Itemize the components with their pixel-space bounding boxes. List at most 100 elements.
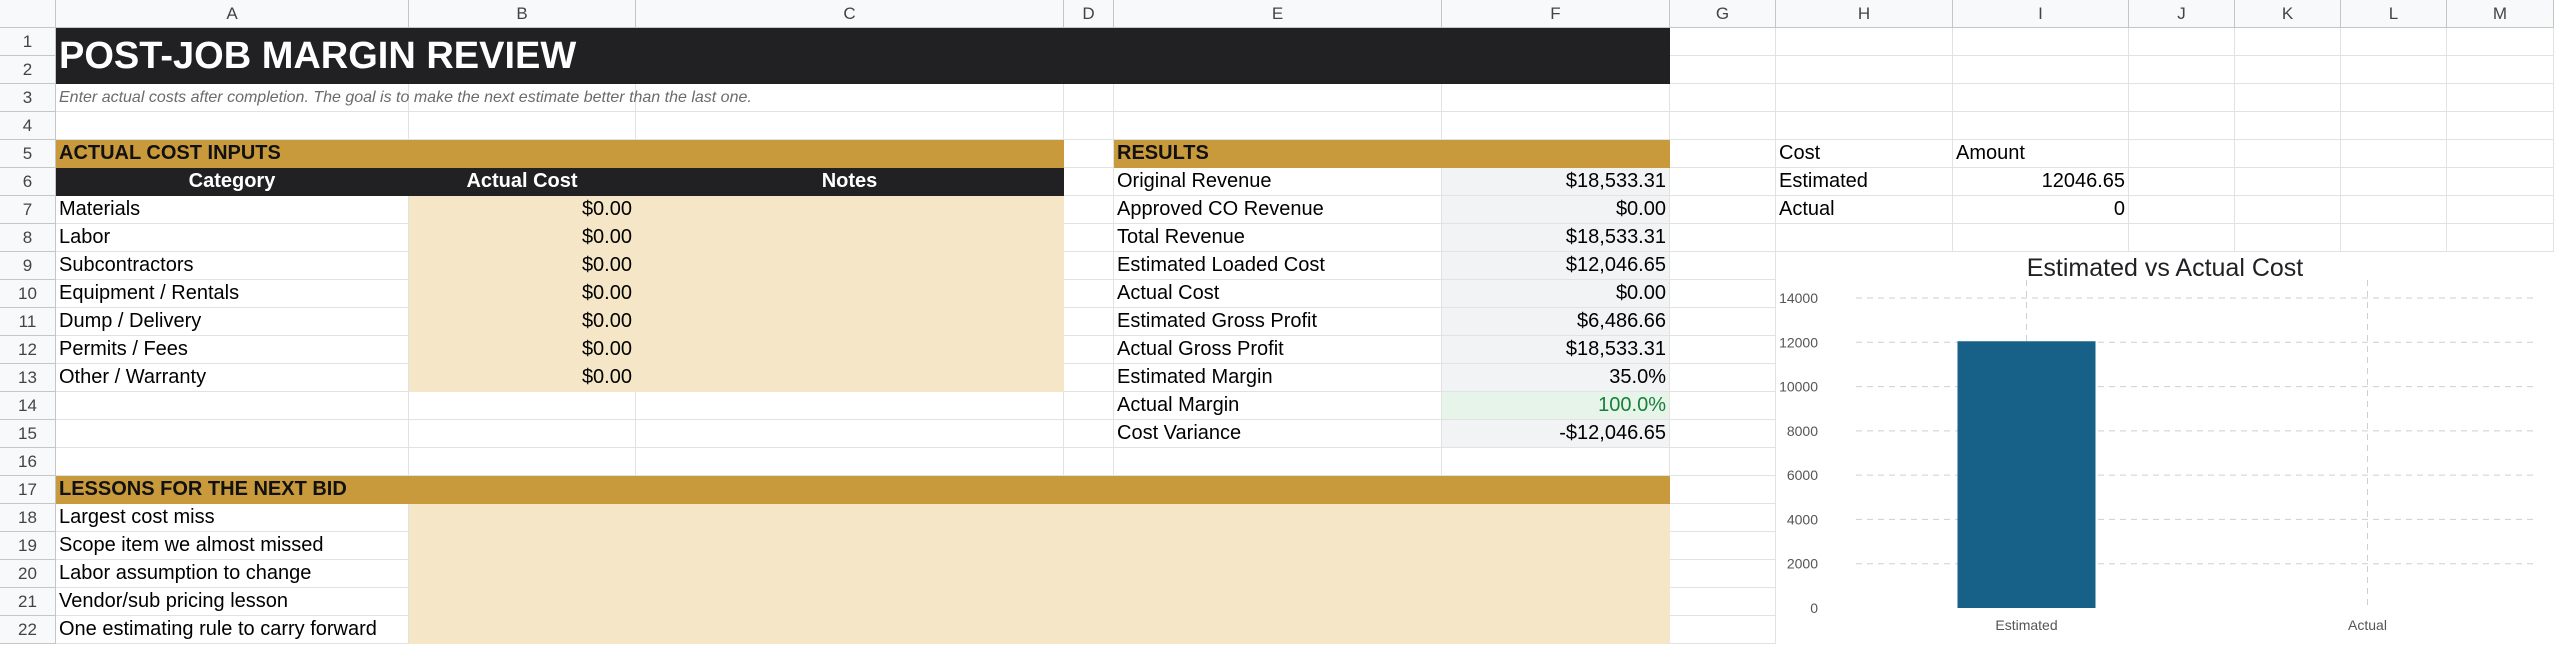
sheet-subtitle[interactable]: Enter actual costs after completion. The… [56, 84, 1670, 112]
cell-d11[interactable] [1064, 308, 1114, 336]
cell-b16[interactable] [409, 448, 636, 476]
cell-j3[interactable] [2129, 84, 2235, 112]
cell-l2[interactable] [2341, 56, 2447, 84]
cell-e16[interactable] [1114, 448, 1442, 476]
row-header-15[interactable]: 15 [0, 420, 56, 448]
column-header-k[interactable]: K [2235, 0, 2341, 28]
helper-cost-label[interactable]: Actual [1776, 196, 1953, 224]
cell-g2[interactable] [1670, 56, 1776, 84]
row-header-9[interactable]: 9 [0, 252, 56, 280]
row-header-13[interactable]: 13 [0, 364, 56, 392]
cell-l4[interactable] [2341, 112, 2447, 140]
notes-input[interactable] [636, 280, 1064, 308]
cell-l7[interactable] [2341, 196, 2447, 224]
cell-f16[interactable] [1442, 448, 1670, 476]
actual-cost-input[interactable]: $0.00 [409, 196, 636, 224]
cell-g13[interactable] [1670, 364, 1776, 392]
lesson-prompt-label[interactable]: Largest cost miss [56, 504, 409, 532]
lesson-prompt-label[interactable]: One estimating rule to carry forward [56, 616, 409, 644]
helper-header-cost[interactable]: Cost [1776, 140, 1953, 168]
cell-c14[interactable] [636, 392, 1064, 420]
cell-h2[interactable] [1776, 56, 1953, 84]
result-label[interactable]: Actual Gross Profit [1114, 336, 1442, 364]
row-header-14[interactable]: 14 [0, 392, 56, 420]
lesson-answer-input[interactable] [409, 588, 1670, 616]
cost-category-label[interactable]: Materials [56, 196, 409, 224]
cell-j5[interactable] [2129, 140, 2235, 168]
cell-m2[interactable] [2447, 56, 2554, 84]
cell-j1[interactable] [2129, 28, 2235, 56]
column-header-c[interactable]: C [636, 0, 1064, 28]
cell-g11[interactable] [1670, 308, 1776, 336]
cell-d5-spacer[interactable] [1064, 140, 1114, 168]
cell-d12[interactable] [1064, 336, 1114, 364]
cell-g1[interactable] [1670, 28, 1776, 56]
cell-l5[interactable] [2341, 140, 2447, 168]
cell-e4[interactable] [1114, 112, 1442, 140]
row-header-18[interactable]: 18 [0, 504, 56, 532]
column-header-g[interactable]: G [1670, 0, 1776, 28]
cell-g12[interactable] [1670, 336, 1776, 364]
cell-l1[interactable] [2341, 28, 2447, 56]
row-header-3[interactable]: 3 [0, 84, 56, 112]
row-header-16[interactable]: 16 [0, 448, 56, 476]
cell-m7[interactable] [2447, 196, 2554, 224]
row-header-1[interactable]: 1 [0, 28, 56, 56]
column-header-f[interactable]: F [1442, 0, 1670, 28]
notes-input[interactable] [636, 336, 1064, 364]
cell-g6[interactable] [1670, 168, 1776, 196]
cell-d14[interactable] [1064, 392, 1114, 420]
cell-j7[interactable] [2129, 196, 2235, 224]
notes-input[interactable] [636, 364, 1064, 392]
cell-i8[interactable] [1953, 224, 2129, 252]
cell-g8[interactable] [1670, 224, 1776, 252]
result-label[interactable]: Actual Margin [1114, 392, 1442, 420]
cell-i2[interactable] [1953, 56, 2129, 84]
cell-g9[interactable] [1670, 252, 1776, 280]
cell-b4[interactable] [409, 112, 636, 140]
cell-g22[interactable] [1670, 616, 1776, 644]
column-header-d[interactable]: D [1064, 0, 1114, 28]
result-value[interactable]: -$12,046.65 [1442, 420, 1670, 448]
notes-input[interactable] [636, 196, 1064, 224]
cell-d13[interactable] [1064, 364, 1114, 392]
notes-input[interactable] [636, 252, 1064, 280]
cell-g5[interactable] [1670, 140, 1776, 168]
lesson-answer-input[interactable] [409, 504, 1670, 532]
cell-k5[interactable] [2235, 140, 2341, 168]
cell-m6[interactable] [2447, 168, 2554, 196]
cell-k1[interactable] [2235, 28, 2341, 56]
cell-d8[interactable] [1064, 224, 1114, 252]
cell-b15[interactable] [409, 420, 636, 448]
cell-j2[interactable] [2129, 56, 2235, 84]
cell-g3[interactable] [1670, 84, 1776, 112]
actual-cost-input[interactable]: $0.00 [409, 224, 636, 252]
result-label[interactable]: Approved CO Revenue [1114, 196, 1442, 224]
result-value[interactable]: 100.0% [1442, 392, 1670, 420]
cell-f4[interactable] [1442, 112, 1670, 140]
cell-a4[interactable] [56, 112, 409, 140]
result-label[interactable]: Estimated Loaded Cost [1114, 252, 1442, 280]
category-column-header[interactable]: Category [56, 168, 409, 196]
result-label[interactable]: Actual Cost [1114, 280, 1442, 308]
actual-cost-inputs-header[interactable]: ACTUAL COST INPUTS [56, 140, 1064, 168]
row-header-19[interactable]: 19 [0, 532, 56, 560]
cell-d4[interactable] [1064, 112, 1114, 140]
lesson-answer-input[interactable] [409, 560, 1670, 588]
result-value[interactable]: $18,533.31 [1442, 224, 1670, 252]
cell-k6[interactable] [2235, 168, 2341, 196]
notes-column-header[interactable]: Notes [636, 168, 1064, 196]
cell-c15[interactable] [636, 420, 1064, 448]
cost-category-label[interactable]: Subcontractors [56, 252, 409, 280]
cell-g21[interactable] [1670, 588, 1776, 616]
cell-h3[interactable] [1776, 84, 1953, 112]
result-label[interactable]: Original Revenue [1114, 168, 1442, 196]
select-all-corner[interactable] [0, 0, 56, 28]
lesson-answer-input[interactable] [409, 532, 1670, 560]
cell-m8[interactable] [2447, 224, 2554, 252]
result-label[interactable]: Estimated Margin [1114, 364, 1442, 392]
row-header-8[interactable]: 8 [0, 224, 56, 252]
cost-category-label[interactable]: Labor [56, 224, 409, 252]
cell-g14[interactable] [1670, 392, 1776, 420]
cell-g10[interactable] [1670, 280, 1776, 308]
